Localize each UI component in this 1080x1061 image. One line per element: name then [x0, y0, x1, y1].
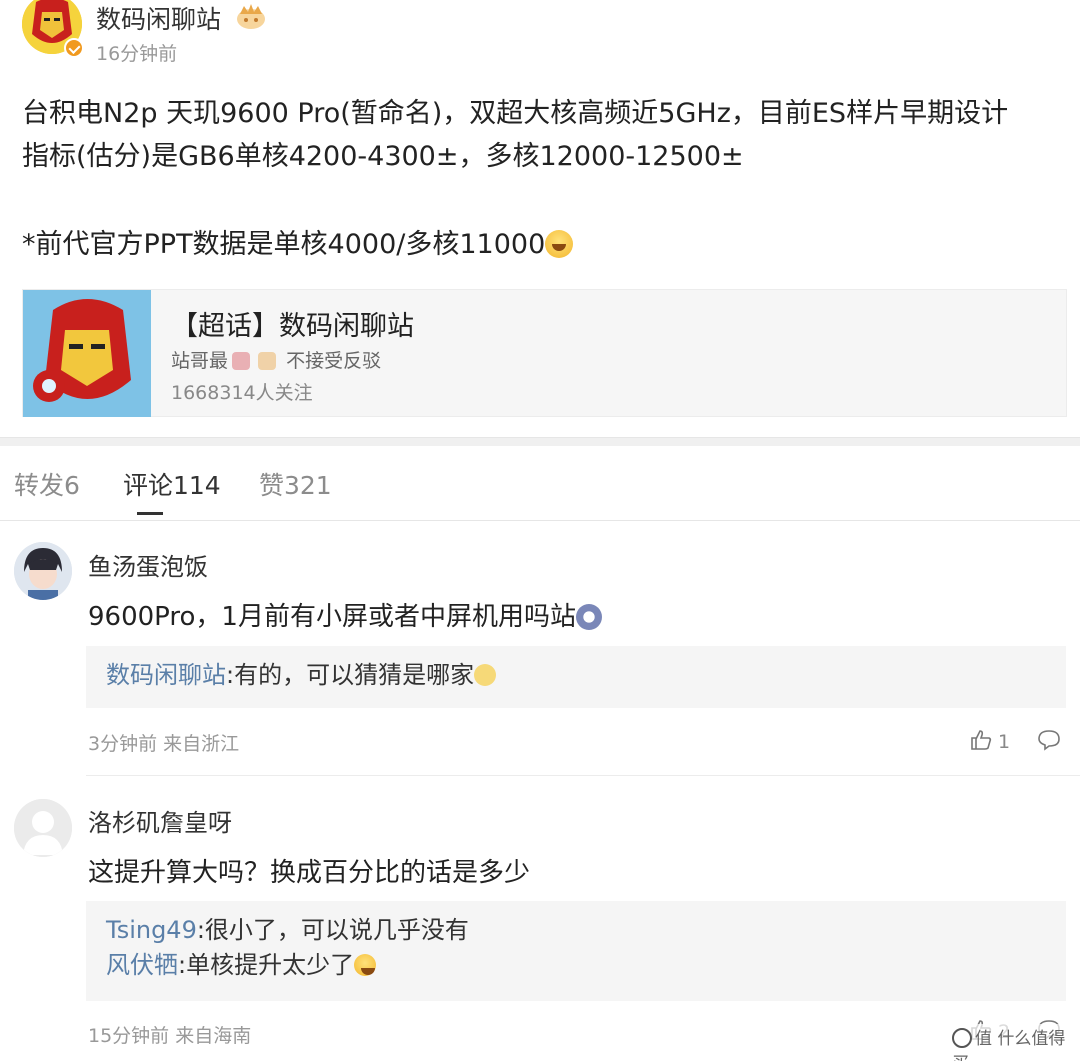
- tab-reposts[interactable]: 转发6: [14, 466, 80, 502]
- active-tab-indicator: [137, 512, 163, 515]
- laugh-emoji-icon: [545, 230, 574, 258]
- post-text-line: *前代官方PPT数据是单核4000/多核11000: [22, 223, 1072, 266]
- tab-comments[interactable]: 评论114: [123, 466, 221, 502]
- watermark: 值 什么值得买: [952, 1024, 1080, 1061]
- reply-box[interactable]: Tsing49:很小了，可以说几乎没有 风伏牺:单核提升太少了: [86, 901, 1066, 1001]
- reply-text: :很小了，可以说几乎没有: [196, 916, 469, 944]
- commenter-name[interactable]: 鱼汤蛋泡饭: [88, 547, 208, 582]
- topic-title: 【超话】数码闲聊站: [171, 311, 414, 342]
- topic-desc-suffix: 不接受反驳: [286, 350, 382, 372]
- author-name[interactable]: 数码闲聊站: [96, 0, 221, 36]
- hand-emoji-icon: [258, 352, 277, 370]
- reply-text: :单核提升太少了: [178, 951, 355, 979]
- reply-text: :有的，可以猜猜是哪家: [226, 661, 475, 689]
- post-footnote: *前代官方PPT数据是单核4000/多核11000: [22, 229, 546, 260]
- reply-icon[interactable]: [1037, 729, 1061, 751]
- post-time: 16分钟前: [96, 43, 178, 65]
- comment-text-content: 9600Pro，1月前有小屏或者中屏机用吗站: [88, 602, 576, 632]
- tabs-divider: [0, 520, 1080, 521]
- comment-divider: [86, 775, 1080, 776]
- crying-emoji-icon: [575, 604, 602, 630]
- commenter-avatar[interactable]: [14, 799, 72, 857]
- verified-badge-icon: [64, 38, 84, 58]
- topic-card[interactable]: 【超话】数码闲聊站 站哥最 不接受反驳 1668314人关注: [22, 289, 1067, 417]
- section-divider: [0, 437, 1080, 446]
- post-body: 台积电N2p 天玑9600 Pro(暂命名)，双超大核高频近5GHz，目前ES样…: [22, 92, 1072, 266]
- topic-desc-prefix: 站哥最: [171, 350, 229, 372]
- reply-line: 数码闲聊站:有的，可以猜猜是哪家: [106, 658, 1046, 693]
- comment-meta: 15分钟前 来自海南: [88, 1025, 252, 1047]
- topic-description: 站哥最 不接受反驳: [171, 346, 381, 373]
- post-text-line: 台积电N2p 天玑9600 Pro(暂命名)，双超大核高频近5GHz，目前ES样…: [22, 98, 1009, 129]
- tab-likes[interactable]: 赞321: [259, 466, 332, 502]
- thumbs-up-icon: [971, 730, 992, 750]
- reply-box[interactable]: 数码闲聊站:有的，可以猜猜是哪家: [86, 646, 1066, 708]
- interaction-tabs: 转发6 评论114 赞321: [0, 466, 1080, 522]
- topic-thumbnail: [23, 290, 151, 417]
- crown-badge-icon: [237, 4, 265, 29]
- laugh-cry-emoji-icon: [354, 954, 377, 976]
- like-count: 1: [998, 731, 1011, 753]
- cow-emoji-icon: [232, 352, 251, 370]
- anime-avatar-icon: [14, 542, 72, 600]
- comment-meta: 3分钟前 来自浙江: [88, 733, 240, 755]
- reply-author[interactable]: 风伏牺: [106, 951, 178, 979]
- reply-line: Tsing49:很小了，可以说几乎没有: [106, 913, 1046, 948]
- reply-author[interactable]: 数码闲聊站: [106, 661, 226, 689]
- post-text-line: 指标(估分)是GB6单核4200-4300±，多核12000-12500±: [22, 141, 744, 172]
- smirk-emoji-icon: [474, 664, 497, 686]
- like-button[interactable]: 1: [970, 729, 1010, 753]
- comment-text: 9600Pro，1月前有小屏或者中屏机用吗站: [88, 596, 602, 633]
- default-avatar-icon: [14, 799, 72, 857]
- post-header: 数码闲聊站 16分钟前: [0, 0, 1080, 80]
- topic-followers: 1668314人关注: [171, 382, 313, 404]
- reply-line: 风伏牺:单核提升太少了: [106, 948, 1046, 983]
- commenter-name[interactable]: 洛杉矶詹皇呀: [88, 803, 232, 838]
- commenter-avatar[interactable]: [14, 542, 72, 600]
- comment-text: 这提升算大吗？换成百分比的话是多少: [88, 858, 531, 888]
- smzdm-logo-icon: [952, 1028, 972, 1048]
- reply-author[interactable]: Tsing49: [106, 916, 197, 944]
- ironman-thumbnail-icon: [23, 290, 151, 417]
